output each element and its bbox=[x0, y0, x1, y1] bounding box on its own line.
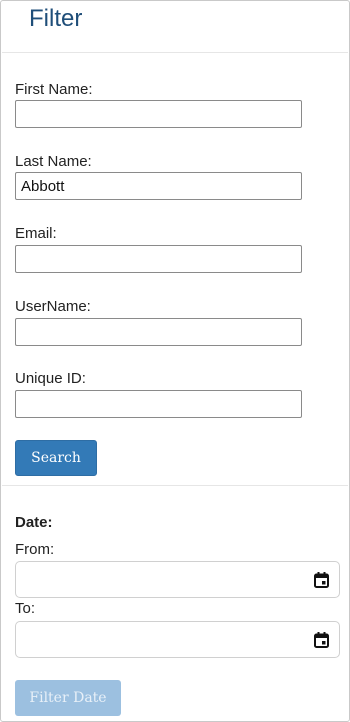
to-date-input[interactable] bbox=[15, 621, 340, 658]
email-label: Email: bbox=[15, 225, 57, 242]
username-input[interactable] bbox=[15, 318, 302, 346]
last-name-label: Last Name: bbox=[15, 153, 92, 170]
first-name-input[interactable] bbox=[15, 100, 302, 128]
search-button[interactable]: Search bbox=[15, 440, 97, 476]
date-heading: Date: bbox=[15, 514, 53, 531]
section-divider bbox=[2, 485, 348, 486]
from-label: From: bbox=[15, 541, 55, 558]
last-name-input[interactable] bbox=[15, 172, 302, 200]
from-date-input[interactable] bbox=[15, 561, 340, 598]
calendar-icon[interactable] bbox=[314, 632, 329, 648]
filter-panel: Filter First Name: Last Name: Email: Use… bbox=[0, 0, 350, 722]
email-input[interactable] bbox=[15, 245, 302, 273]
first-name-label: First Name: bbox=[15, 81, 93, 98]
filter-date-button[interactable]: Filter Date bbox=[15, 680, 121, 716]
header-divider bbox=[2, 52, 348, 53]
username-label: UserName: bbox=[15, 298, 91, 315]
unique-id-label: Unique ID: bbox=[15, 370, 86, 387]
panel-title: Filter bbox=[29, 5, 83, 32]
unique-id-input[interactable] bbox=[15, 390, 302, 418]
to-label: To: bbox=[15, 600, 36, 617]
calendar-icon[interactable] bbox=[314, 572, 329, 588]
